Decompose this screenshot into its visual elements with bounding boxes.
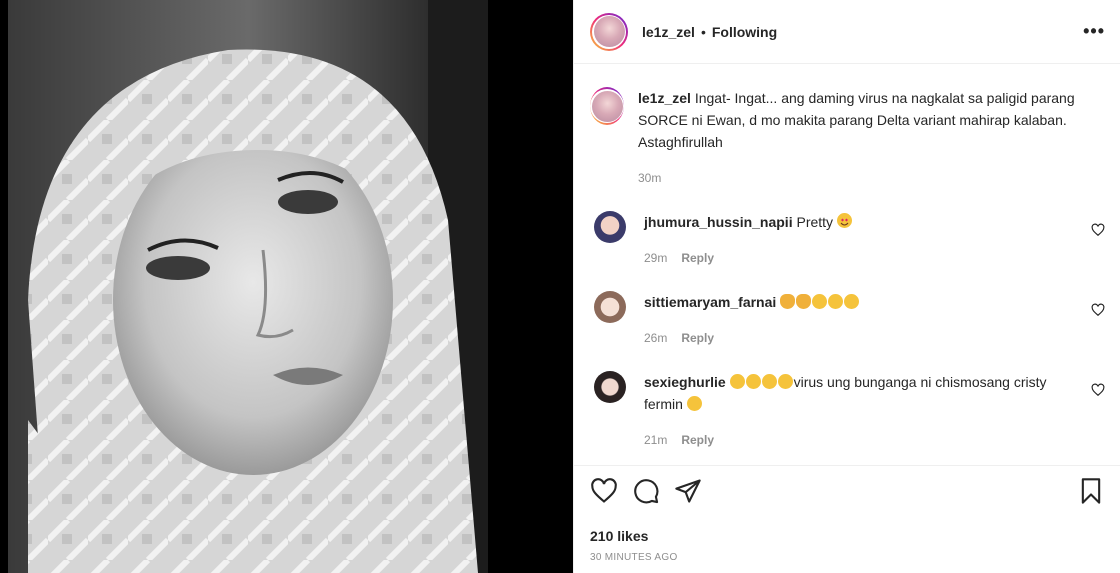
share-paper-plane-icon[interactable] <box>674 477 702 505</box>
joy-emoji-icon <box>777 374 793 389</box>
clap-emoji-icon <box>796 294 812 309</box>
rofl-emoji-icon <box>844 294 860 309</box>
commenter-avatar[interactable] <box>594 371 626 403</box>
instagram-post-view: le1z_zel • Following ••• le1z_zel Ingat-… <box>0 0 1120 573</box>
rofl-emoji-icon <box>828 294 844 309</box>
rofl-emoji-icon <box>812 294 828 309</box>
comment-time: 29m <box>644 251 668 265</box>
post-image-area <box>0 0 573 573</box>
reply-button[interactable]: Reply <box>681 331 714 345</box>
commenter-username[interactable]: sittiemaryam_farnai <box>644 294 776 310</box>
separator-dot: • <box>700 23 706 40</box>
like-heart-icon[interactable] <box>590 477 618 505</box>
likes-count[interactable]: 210 likes <box>590 528 1105 544</box>
comments-list[interactable]: le1z_zel Ingat- Ingat... ang daming viru… <box>574 65 1120 465</box>
caption-text: Ingat- Ingat... ang daming virus na nagk… <box>638 90 1075 150</box>
following-button[interactable]: Following <box>712 24 777 40</box>
post-side-panel: le1z_zel • Following ••• le1z_zel Ingat-… <box>573 0 1120 573</box>
caption-username[interactable]: le1z_zel <box>638 90 691 106</box>
commenter-avatar[interactable] <box>594 211 626 243</box>
like-comment-heart-icon[interactable] <box>1091 303 1105 317</box>
commenter-username[interactable]: jhumura_hussin_napii <box>644 214 793 230</box>
like-comment-heart-icon[interactable] <box>1091 223 1105 237</box>
comment-item: jhumura_hussin_napii Pretty 29m Reply <box>590 211 1105 269</box>
post-actions: 210 likes 30 MINUTES AGO <box>574 465 1120 563</box>
more-options-icon[interactable]: ••• <box>1083 21 1105 42</box>
post-photo[interactable] <box>8 0 488 573</box>
comment-time: 21m <box>644 433 668 447</box>
post-caption: le1z_zel Ingat- Ingat... ang daming viru… <box>590 87 1105 189</box>
comment-text: Pretty <box>796 214 837 230</box>
comment-item: sittiemaryam_farnai 26m Reply <box>590 291 1105 349</box>
commenter-avatar[interactable] <box>594 291 626 323</box>
save-bookmark-icon[interactable] <box>1077 477 1105 505</box>
post-timestamp: 30 MINUTES AGO <box>590 552 678 563</box>
heart-eyes-emoji-icon <box>836 213 852 228</box>
reply-button[interactable]: Reply <box>681 251 714 265</box>
comment-time: 26m <box>644 331 668 345</box>
clap-emoji-icon <box>780 294 796 309</box>
author-username[interactable]: le1z_zel <box>642 24 695 40</box>
comment-bubble-icon[interactable] <box>632 477 660 505</box>
post-header: le1z_zel • Following ••• <box>574 0 1120 64</box>
joy-emoji-icon <box>729 374 745 389</box>
comment-item: sexieghurlie virus ung bunganga ni chism… <box>590 371 1105 451</box>
caption-avatar[interactable] <box>590 87 624 125</box>
joy-emoji-icon <box>745 374 761 389</box>
caption-time: 30m <box>638 171 662 185</box>
author-avatar[interactable] <box>590 12 628 51</box>
joy-emoji-icon <box>761 374 777 389</box>
like-comment-heart-icon[interactable] <box>1091 383 1105 397</box>
joy-emoji-icon <box>686 396 702 411</box>
reply-button[interactable]: Reply <box>681 433 714 447</box>
commenter-username[interactable]: sexieghurlie <box>644 374 726 390</box>
